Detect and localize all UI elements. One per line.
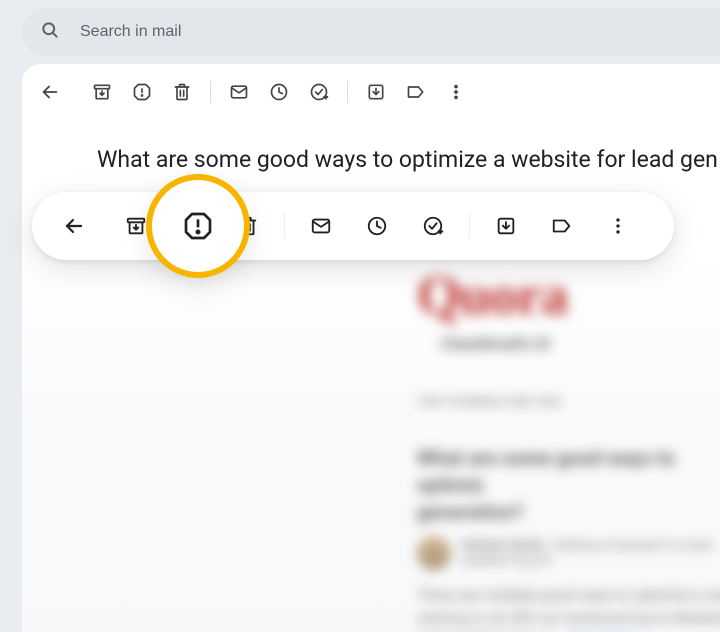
add-to-tasks-button[interactable]	[299, 72, 339, 112]
back-button[interactable]	[30, 72, 70, 112]
labels-button[interactable]	[538, 202, 586, 250]
search-input[interactable]	[80, 23, 720, 41]
search-icon	[40, 20, 60, 44]
snippet-line: There are multiple good ways to optimize…	[417, 586, 720, 604]
story-title-line: generation?	[417, 500, 523, 524]
author-bio: Helping companies to scale	[552, 538, 712, 553]
mark-unread-button[interactable]	[297, 202, 345, 250]
add-to-tasks-button[interactable]	[409, 202, 457, 250]
delete-button[interactable]	[162, 72, 202, 112]
snooze-button[interactable]	[353, 202, 401, 250]
avatar	[417, 536, 451, 570]
author-meta: Antoine Sarde , Helping companies to sca…	[461, 538, 712, 568]
story-title-line: What are some good ways to optimiz	[417, 446, 675, 497]
move-to-button[interactable]	[356, 72, 396, 112]
tutorial-overlay	[0, 182, 720, 302]
author-row: Antoine Sarde , Helping companies to sca…	[417, 536, 720, 570]
main-panel: What are some good ways to optimize a we…	[22, 64, 720, 632]
snippet-line: starting to do SEO as mentioned by/in Ma…	[417, 609, 720, 627]
move-to-button[interactable]	[482, 202, 530, 250]
snooze-button[interactable]	[259, 72, 299, 112]
back-button[interactable]	[50, 202, 98, 250]
toolbar-separator	[210, 81, 211, 103]
story-snippet: There are multiple good ways to optimize…	[417, 584, 720, 632]
email-body-preview: Quora CleanEmail's Di TOP STORIES FOR YO…	[417, 264, 720, 632]
highlight-ring	[152, 180, 244, 272]
toolbar-separator	[469, 213, 470, 239]
author-date: updated Aug 26	[461, 553, 552, 568]
report-spam-button[interactable]	[122, 72, 162, 112]
toolbar-separator	[284, 213, 285, 239]
report-spam-icon[interactable]	[182, 210, 214, 242]
brand-subline: CleanEmail's Di	[441, 334, 720, 353]
email-subject: What are some good ways to optimize a we…	[97, 146, 720, 173]
search-bar[interactable]	[22, 8, 720, 56]
more-button[interactable]	[436, 72, 476, 112]
message-toolbar-highlighted	[32, 192, 674, 260]
mark-unread-button[interactable]	[219, 72, 259, 112]
section-label: TOP STORIES FOR YOU	[417, 395, 720, 409]
archive-button[interactable]	[82, 72, 122, 112]
more-button[interactable]	[594, 202, 642, 250]
author-name: Antoine Sarde	[461, 538, 543, 553]
message-toolbar	[22, 64, 720, 116]
toolbar-separator	[347, 81, 348, 103]
labels-button[interactable]	[396, 72, 436, 112]
story-title: What are some good ways to optimiz gener…	[417, 445, 720, 526]
